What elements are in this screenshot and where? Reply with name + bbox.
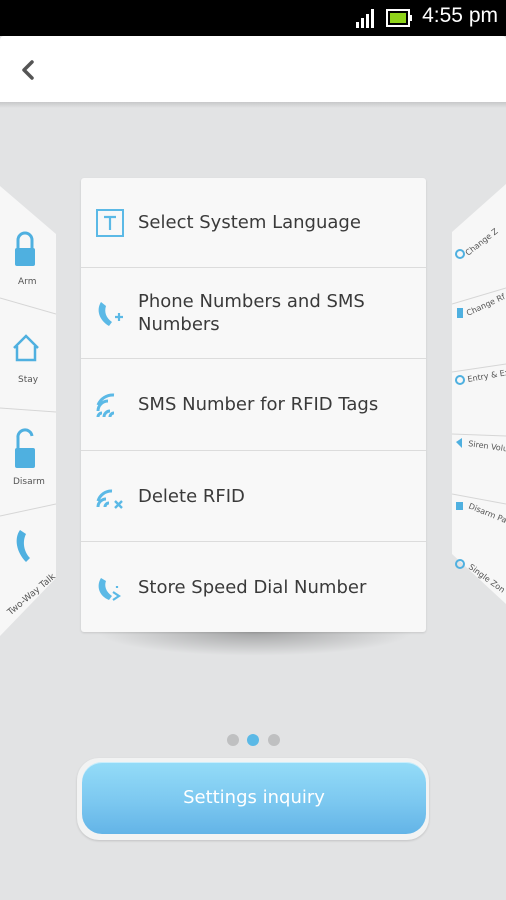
person-icon bbox=[457, 308, 463, 318]
menu-item-label: Store Speed Dial Number bbox=[138, 577, 367, 598]
menu-item-label: Select System Language bbox=[138, 212, 361, 233]
menu-item-delete-rfid[interactable]: Delete RFID bbox=[81, 451, 426, 541]
menu-item-select-system-language[interactable]: Select System Language bbox=[81, 178, 426, 267]
menu-item-label: SMS Number for RFID Tags bbox=[138, 394, 379, 415]
status-bar: 4:55 pm bbox=[0, 0, 506, 36]
left-item-disarm: Disarm bbox=[13, 477, 45, 487]
speed-dial-icon bbox=[98, 578, 121, 601]
lock-icon bbox=[456, 502, 463, 510]
app-toolbar bbox=[0, 36, 506, 102]
page-dot-active[interactable] bbox=[247, 734, 259, 746]
phone-add-icon bbox=[98, 302, 123, 326]
clock: 4:55 pm bbox=[422, 4, 498, 27]
menu-item-sms-number-rfid[interactable]: SMS Number for RFID Tags bbox=[81, 359, 426, 450]
page-dot[interactable] bbox=[268, 734, 280, 746]
left-item-arm: Arm bbox=[18, 277, 36, 287]
rfid-signal-icon bbox=[96, 393, 115, 418]
page-dot[interactable] bbox=[227, 734, 239, 746]
back-arrow-icon[interactable] bbox=[14, 56, 42, 84]
menu-item-phone-numbers[interactable]: Phone Numbers and SMS Numbers bbox=[81, 268, 426, 358]
carousel-right-panel[interactable]: Change Z Change Rf Entry & Ex Siren Volu… bbox=[452, 184, 506, 604]
carousel-left-panel[interactable]: Arm Stay Disarm Two-Way Talk bbox=[0, 186, 56, 636]
rfid-delete-icon bbox=[96, 489, 123, 509]
battery-icon bbox=[386, 9, 412, 27]
page-indicator bbox=[225, 734, 285, 748]
left-item-stay: Stay bbox=[18, 375, 39, 385]
signal-icon bbox=[356, 9, 374, 28]
settings-inquiry-button[interactable]: Settings inquiry bbox=[82, 762, 426, 834]
menu-item-label: Delete RFID bbox=[138, 486, 245, 507]
menu-item-store-speed-dial[interactable]: Store Speed Dial Number bbox=[81, 542, 426, 632]
menu-item-label: Phone Numbers and SMS Numbers bbox=[138, 291, 365, 335]
card-shadow bbox=[96, 632, 414, 656]
language-t-icon bbox=[96, 209, 124, 237]
settings-menu-card: Select System Language Phone Numbers and… bbox=[81, 178, 426, 632]
toolbar-shadow bbox=[0, 102, 506, 108]
